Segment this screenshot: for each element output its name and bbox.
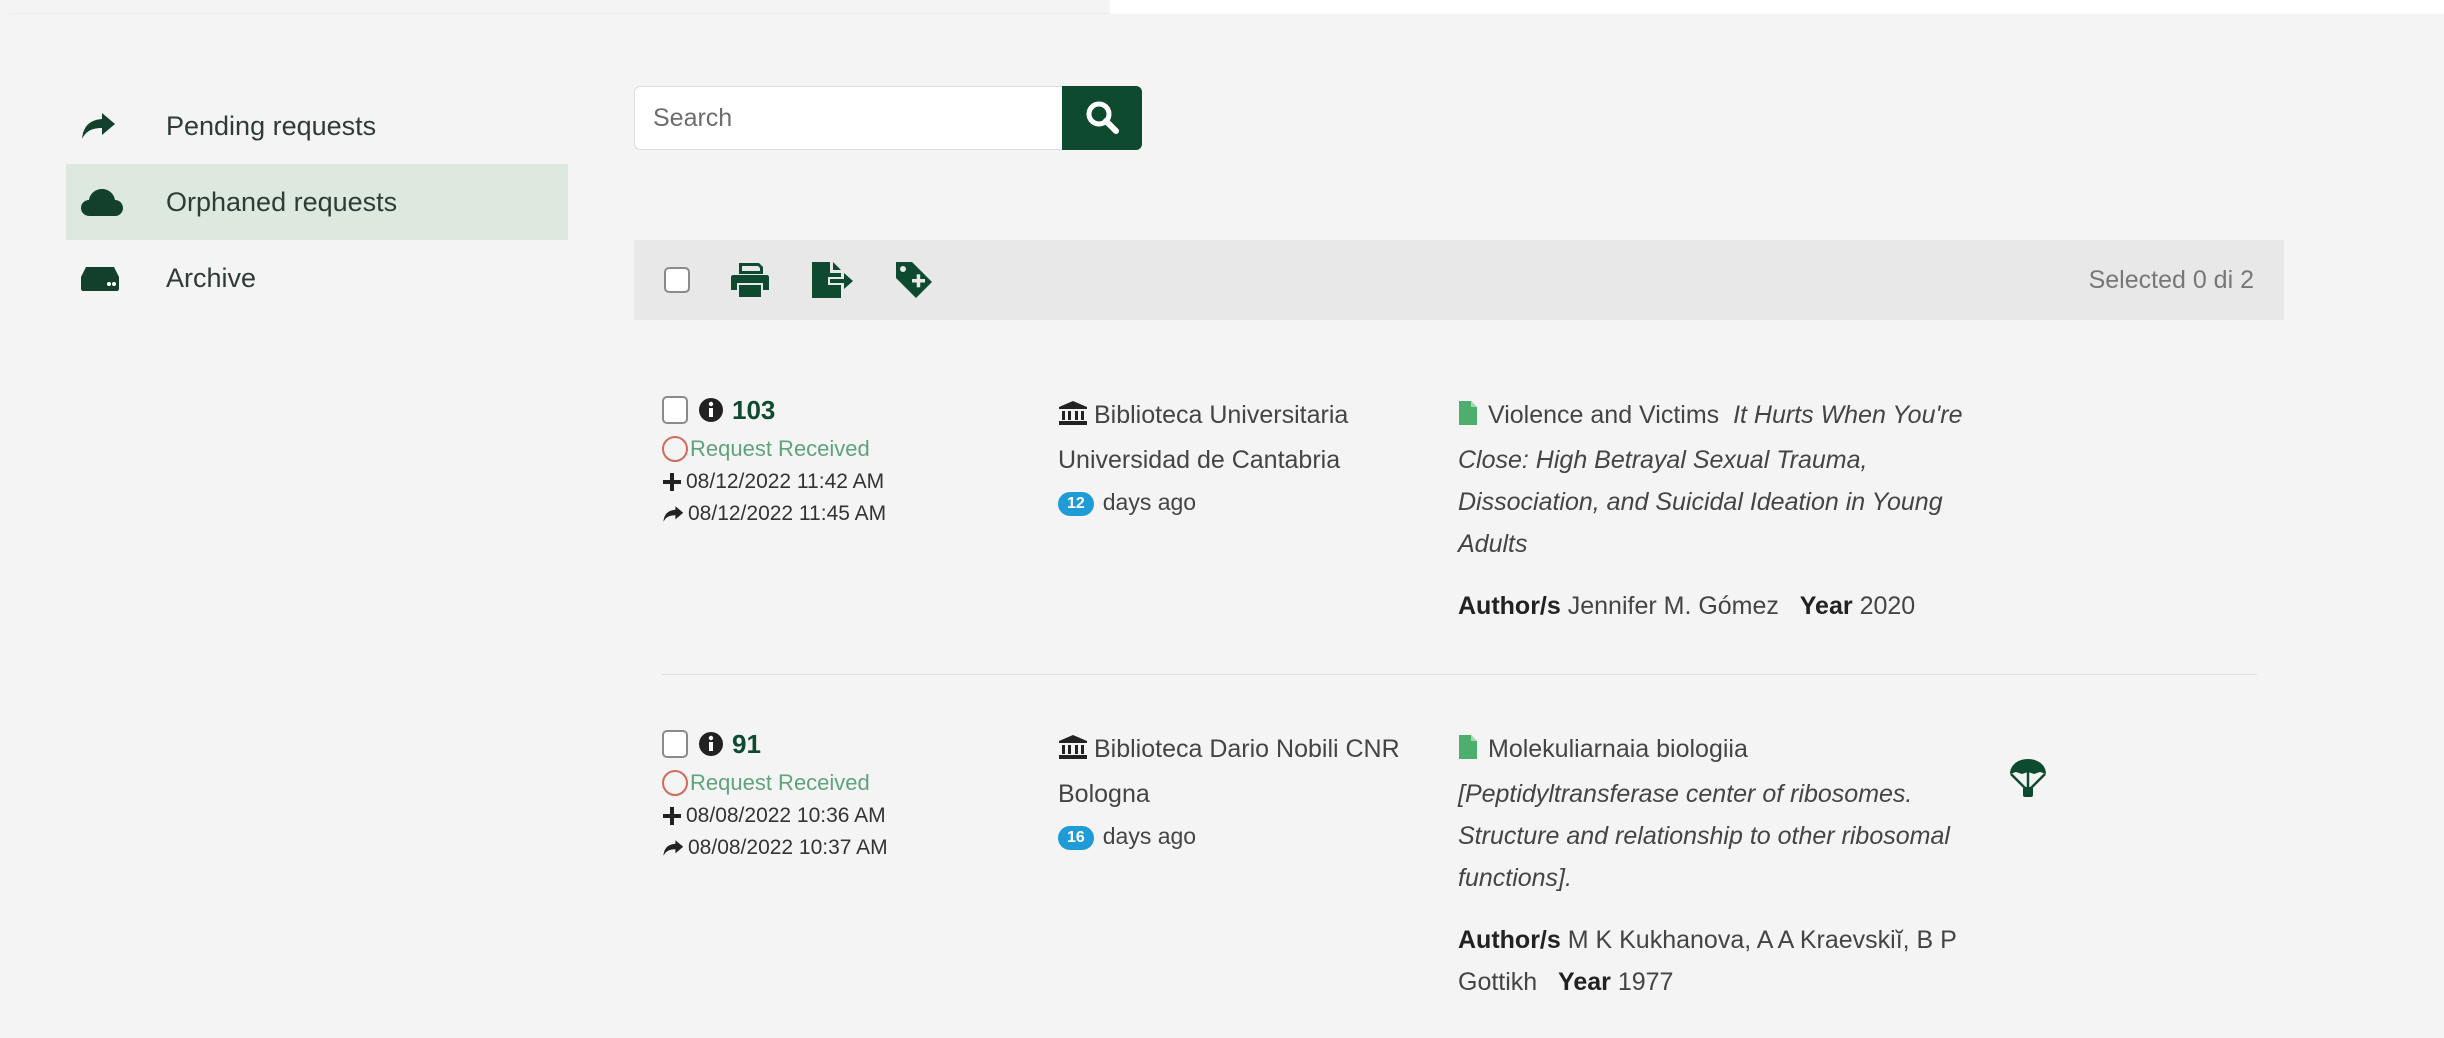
search-icon	[1085, 100, 1119, 137]
year-label: Year	[1558, 968, 1611, 996]
created-date: 08/12/2022 11:42 AM	[662, 470, 1022, 494]
document-icon	[1458, 731, 1478, 773]
institution-icon	[1058, 397, 1088, 439]
search-input[interactable]	[634, 86, 1062, 150]
days-badge: 12	[1058, 492, 1094, 516]
journal-title[interactable]: Violence and Victims	[1488, 401, 1719, 429]
sidebar-item-label: Pending requests	[166, 110, 377, 141]
library-location: Universidad de Cantabria	[1058, 446, 1341, 474]
author-label: Author/s	[1458, 592, 1561, 620]
institution-icon	[1058, 731, 1088, 773]
sidebar-item-pending-requests[interactable]: Pending requests	[66, 88, 568, 164]
request-row: 91 Request Received 08/08/2022 10:36 AM …	[662, 728, 2257, 1008]
request-id[interactable]: 103	[732, 395, 775, 426]
sidebar: Pending requests Orphaned requests Archi…	[66, 88, 568, 316]
share-arrow-icon	[663, 840, 684, 856]
row-checkbox[interactable]	[662, 730, 688, 758]
author-label: Author/s	[1458, 926, 1561, 954]
sidebar-item-label: Orphaned requests	[166, 186, 398, 217]
request-status: Request Received	[662, 770, 1022, 796]
info-icon[interactable]	[698, 397, 724, 423]
document-info: Molekuliarnaia biologiia [Peptidyltransf…	[1458, 728, 1978, 1003]
journal-title[interactable]: Molekuliarnaia biologiia	[1488, 735, 1748, 763]
year: 1977	[1617, 968, 1674, 996]
plus-icon	[663, 807, 681, 825]
cloud-icon	[80, 182, 136, 222]
parachute-icon[interactable]	[2008, 758, 2048, 803]
info-icon[interactable]	[698, 731, 724, 757]
request-summary: 103 Request Received 08/12/2022 11:42 AM…	[662, 394, 1022, 526]
share-arrow-icon	[80, 106, 136, 146]
forwarded-date: 08/12/2022 11:45 AM	[662, 502, 1022, 526]
file-export-icon[interactable]	[810, 260, 854, 300]
library-location: Bologna	[1058, 780, 1150, 808]
status-label: Request Received	[690, 436, 870, 461]
search-bar	[634, 86, 1142, 150]
status-label: Request Received	[690, 770, 870, 795]
top-decorative-strip	[0, 0, 1110, 14]
authors: Jennifer M. Gómez	[1567, 592, 1779, 620]
document-info: Violence and Victims It Hurts When You'r…	[1458, 394, 1978, 627]
sidebar-item-orphaned-requests[interactable]: Orphaned requests	[66, 164, 568, 240]
article-title: [Peptidyltransferase center of ribosomes…	[1458, 780, 1950, 892]
library-info: Biblioteca Universitaria Universidad de …	[1058, 394, 1458, 523]
request-summary: 91 Request Received 08/08/2022 10:36 AM …	[662, 728, 1022, 860]
days-ago-label: days ago	[1102, 489, 1197, 515]
request-status: Request Received	[662, 436, 1022, 462]
row-checkbox[interactable]	[662, 396, 688, 424]
hard-drive-icon	[80, 258, 136, 298]
days-badge: 16	[1058, 826, 1094, 850]
print-icon[interactable]	[730, 261, 770, 299]
sidebar-item-label: Archive	[166, 262, 257, 293]
row-divider	[662, 674, 2257, 675]
library-name: Biblioteca Universitaria	[1094, 401, 1349, 429]
plus-icon	[663, 473, 681, 491]
select-all-checkbox[interactable]	[664, 267, 690, 293]
bulk-actions-toolbar: Selected 0 di 2	[634, 240, 2284, 320]
document-meta: Author/s Jennifer M. Gómez Year 2020	[1458, 585, 1978, 627]
document-icon	[1458, 397, 1478, 439]
forwarded-date: 08/08/2022 10:37 AM	[662, 836, 1022, 860]
year: 2020	[1859, 592, 1916, 620]
status-circle-icon	[662, 436, 688, 462]
share-arrow-icon	[663, 506, 684, 522]
created-date: 08/08/2022 10:36 AM	[662, 804, 1022, 828]
days-ago-label: days ago	[1102, 823, 1197, 849]
library-name: Biblioteca Dario Nobili CNR	[1094, 735, 1400, 763]
year-label: Year	[1799, 592, 1853, 620]
library-info: Biblioteca Dario Nobili CNR Bologna 16 d…	[1058, 728, 1458, 857]
search-button[interactable]	[1062, 86, 1142, 150]
request-id[interactable]: 91	[732, 729, 761, 760]
status-circle-icon	[662, 770, 688, 796]
left-decorative-strip	[0, 0, 10, 1038]
document-meta: Author/s M K Kukhanova, A A Kraevskiĭ, B…	[1458, 919, 1978, 1003]
tag-add-icon[interactable]	[894, 260, 934, 300]
sidebar-item-archive[interactable]: Archive	[66, 240, 568, 316]
selected-count: Selected 0 di 2	[2088, 266, 2254, 294]
request-row: 103 Request Received 08/12/2022 11:42 AM…	[662, 394, 2257, 634]
